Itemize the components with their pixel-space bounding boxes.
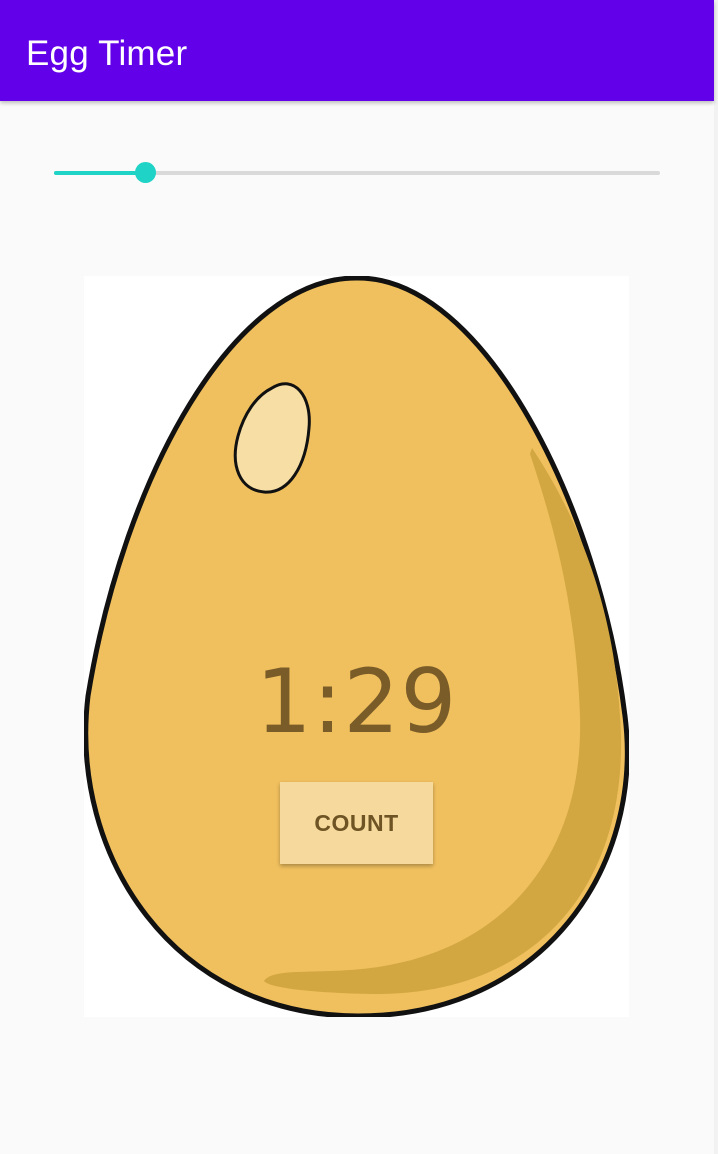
egg-image [84,276,629,1017]
screen-edge [714,0,718,1154]
timer-display: 1:29 [255,650,458,753]
app-title: Egg Timer [26,34,188,73]
app-bar: Egg Timer [0,0,714,101]
time-slider[interactable] [54,158,660,188]
egg-icon [84,276,629,1017]
slider-fill [54,171,145,175]
slider-thumb[interactable] [135,162,156,183]
count-button[interactable]: COUNT [280,782,433,864]
